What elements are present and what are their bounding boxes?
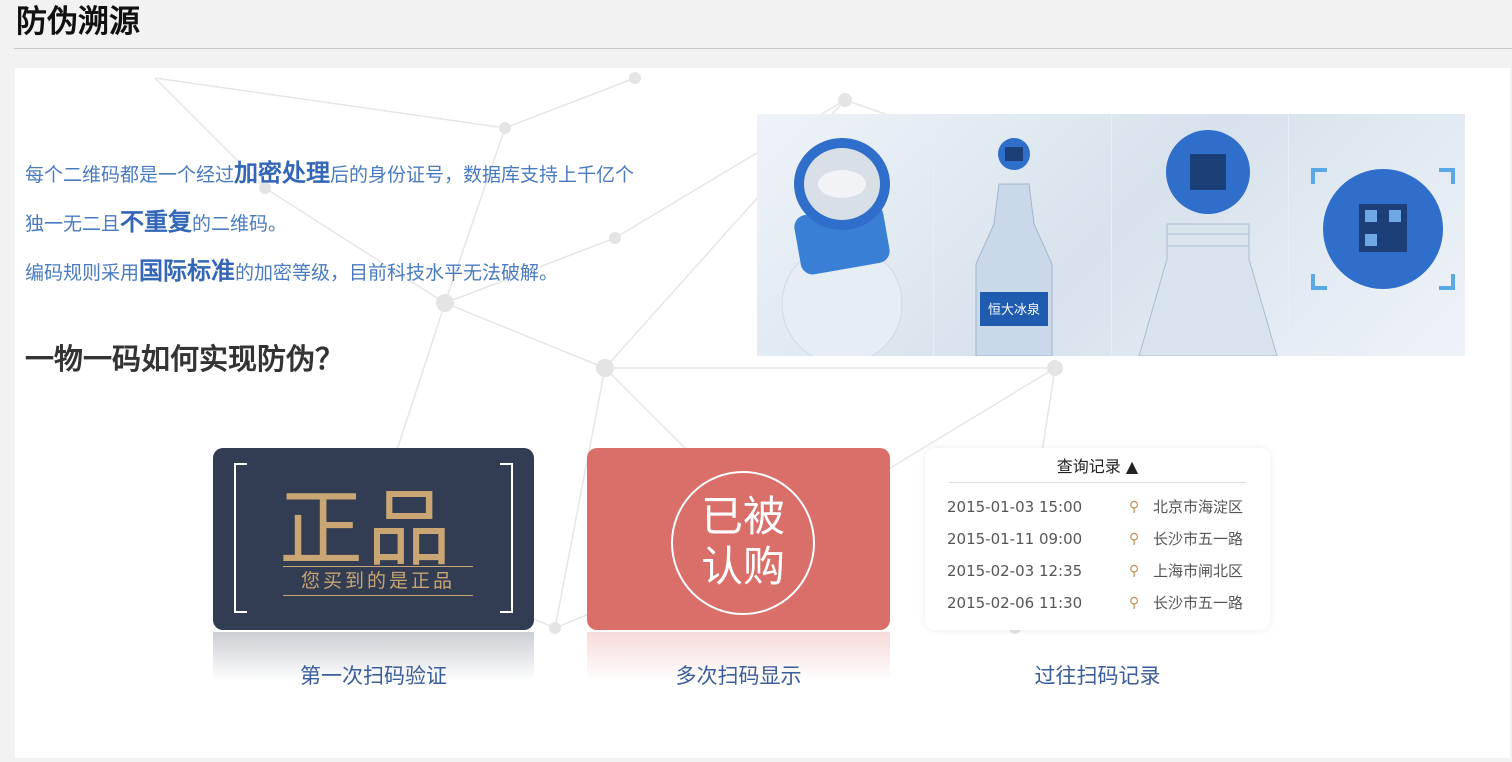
bottle-neck-photo <box>1112 114 1289 356</box>
history-place: 长沙市五一路 <box>1153 530 1244 548</box>
bottle-cap-photo <box>757 114 935 356</box>
history-time: 2015-01-03 15:00 <box>947 498 1083 516</box>
highlight-encrypted: 加密处理 <box>234 159 331 187</box>
intro-line-2: 独一无二且不重复的二维码。 <box>25 199 765 248</box>
highlight-standard: 国际标准 <box>139 257 236 285</box>
location-pin-icon: ⚲ <box>1129 595 1140 611</box>
intro-line-3: 编码规则采用国际标准的加密等级，目前科技水平无法破解。 <box>25 248 765 297</box>
bottle-label-text: 恒大冰泉 <box>988 302 1040 318</box>
location-pin-icon: ⚲ <box>1129 563 1140 579</box>
history-row: 2015-01-03 15:00 ⚲ 北京市海淀区 <box>947 492 1252 522</box>
qr-cap-illustration <box>1310 168 1455 290</box>
bought-stamp: 已被 认购 <box>671 471 815 615</box>
intro-text-span: 的加密等级，目前科技水平无法破解。 <box>235 262 559 284</box>
history-time: 2015-02-06 11:30 <box>947 594 1083 612</box>
bottle-neck-illustration <box>1137 130 1278 356</box>
scan-history-card: 查询记录 ▲ 2015-01-03 15:00 ⚲ 北京市海淀区 2015-01… <box>925 448 1270 630</box>
history-time: 2015-01-11 09:00 <box>947 530 1083 548</box>
history-caption: 过往扫码记录 <box>1034 664 1161 688</box>
history-place: 长沙市五一路 <box>1153 594 1244 612</box>
history-place: 北京市海淀区 <box>1153 498 1244 516</box>
section-question: 一物一码如何实现防伪？ <box>25 342 345 376</box>
history-place: 上海市闸北区 <box>1153 562 1244 580</box>
intro-text-span: 后的身份证号，数据库支持上千亿个 <box>330 164 635 186</box>
genuine-caption: 第一次扫码验证 <box>300 664 447 688</box>
genuine-title: 正品 <box>279 480 456 578</box>
location-pin-icon: ⚲ <box>1129 531 1140 547</box>
history-title: 查询记录 ▲ <box>949 452 1246 483</box>
title-divider <box>14 48 1512 49</box>
qr-cap-photo <box>1289 114 1465 356</box>
page-title: 防伪溯源 <box>16 4 140 40</box>
intro-text: 每个二维码都是一个经过加密处理后的身份证号，数据库支持上千亿个 独一无二且不重复… <box>25 150 765 297</box>
history-time: 2015-02-03 12:35 <box>947 562 1083 580</box>
bought-line-1: 已被 <box>700 492 785 541</box>
bottle-photo-strip: 恒大冰泉 <box>757 114 1465 356</box>
intro-text-span: 编码规则采用 <box>25 262 140 284</box>
already-bought-card: 已被 认购 <box>587 448 890 630</box>
genuine-card: 正品 您买到的是正品 <box>213 448 534 630</box>
bottle-photo: 恒大冰泉 <box>934 114 1112 356</box>
intro-text-span: 每个二维码都是一个经过 <box>25 164 235 186</box>
intro-line-1: 每个二维码都是一个经过加密处理后的身份证号，数据库支持上千亿个 <box>25 150 765 199</box>
genuine-subtitle: 您买到的是正品 <box>283 566 473 596</box>
bought-caption: 多次扫码显示 <box>675 664 802 688</box>
history-row: 2015-01-11 09:00 ⚲ 长沙市五一路 <box>947 524 1252 554</box>
history-row: 2015-02-03 12:35 ⚲ 上海市闸北区 <box>947 556 1252 586</box>
content-panel: 每个二维码都是一个经过加密处理后的身份证号，数据库支持上千亿个 独一无二且不重复… <box>15 68 1510 758</box>
history-row: 2015-02-06 11:30 ⚲ 长沙市五一路 <box>947 588 1252 618</box>
bottle-cap-illustration <box>781 138 903 356</box>
intro-text-span: 的二维码。 <box>192 213 288 235</box>
bottle-illustration: 恒大冰泉 <box>975 138 1053 356</box>
bought-line-2: 认购 <box>700 542 785 591</box>
highlight-unique: 不重复 <box>120 208 193 236</box>
intro-text-span: 独一无二且 <box>25 213 121 235</box>
location-pin-icon: ⚲ <box>1129 499 1140 515</box>
